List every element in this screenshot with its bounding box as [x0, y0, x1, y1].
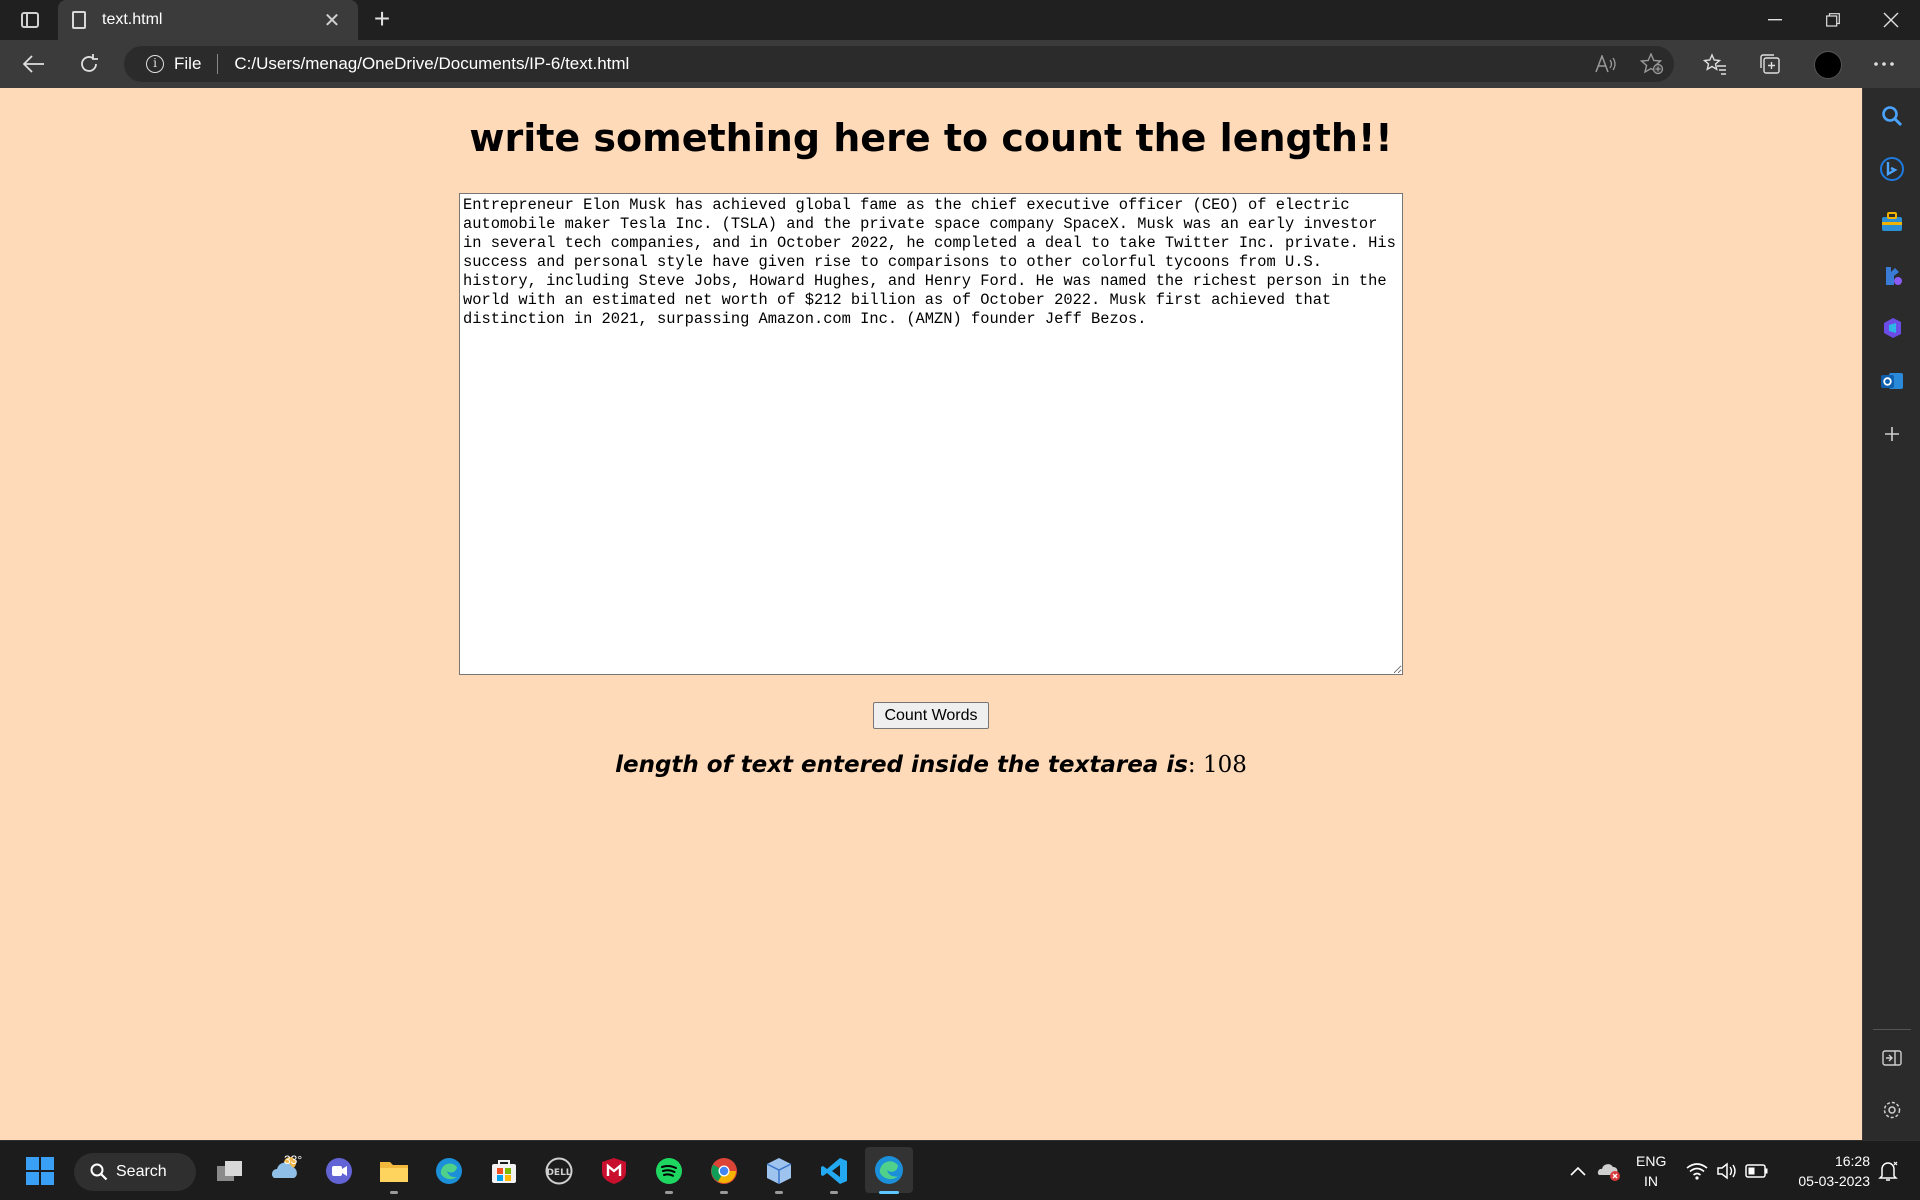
battery-icon[interactable]: [1741, 1155, 1773, 1187]
chrome-indicator: [720, 1191, 728, 1194]
page-content: write something here to count the length…: [0, 88, 1862, 1140]
vscode-icon[interactable]: [818, 1155, 850, 1187]
page-title: write something here to count the length…: [469, 116, 1393, 160]
browser-toolbar: i File C:/Users/menag/OneDrive/Documents…: [0, 40, 1920, 88]
edge-browser-icon[interactable]: [433, 1155, 465, 1187]
more-icon: [1874, 62, 1894, 66]
games-icon[interactable]: [1880, 263, 1904, 287]
task-view-icon[interactable]: [214, 1155, 246, 1187]
sidebar-divider: [1873, 1029, 1911, 1030]
vscode-indicator: [830, 1191, 838, 1194]
mcafee-icon[interactable]: [598, 1155, 630, 1187]
taskbar-search-icon: [90, 1163, 108, 1181]
result-value: 108: [1202, 752, 1247, 778]
add-icon[interactable]: [1880, 422, 1904, 446]
tab-close-icon[interactable]: ✕: [320, 8, 344, 33]
teams-chat-icon[interactable]: [323, 1155, 355, 1187]
volume-icon[interactable]: [1711, 1155, 1743, 1187]
spotify-icon[interactable]: [653, 1155, 685, 1187]
star-add-icon: [1640, 53, 1664, 75]
spotify-indicator: [665, 1191, 673, 1194]
address-prefix: File: [174, 54, 202, 73]
onedrive-error-icon[interactable]: [1593, 1155, 1625, 1187]
document-icon: [72, 11, 86, 29]
settings-more-button[interactable]: [1868, 48, 1900, 80]
favorites-icon: [1703, 53, 1726, 75]
show-hidden-icons-chevron-icon[interactable]: [1562, 1155, 1594, 1187]
refresh-icon: [81, 54, 98, 72]
result-line: length of text entered inside the textar…: [0, 751, 1862, 778]
windows-taskbar: Search 33° DELL ENG IN 16:28 05-03-2023: [0, 1140, 1920, 1200]
close-icon: [1883, 12, 1899, 28]
back-button[interactable]: [18, 48, 50, 80]
collections-icon: [1760, 54, 1780, 74]
refresh-button[interactable]: [73, 48, 105, 80]
bing-icon[interactable]: [1880, 157, 1904, 181]
add-favorite-button[interactable]: [1636, 48, 1668, 80]
edge-active-taskbar-icon[interactable]: [865, 1147, 913, 1193]
language-top[interactable]: ENG: [1636, 1152, 1666, 1170]
tab-text-html[interactable]: text.html ✕: [58, 0, 358, 40]
clock-date[interactable]: 05-03-2023: [1782, 1172, 1870, 1190]
tab-title: text.html: [102, 11, 163, 28]
close-window-button[interactable]: [1862, 0, 1920, 40]
search-icon[interactable]: [1880, 104, 1904, 128]
virtualbox-indicator: [775, 1191, 783, 1194]
outlook-icon[interactable]: [1880, 369, 1904, 393]
favorites-button[interactable]: [1699, 48, 1731, 80]
taskbar-search-label: Search: [116, 1163, 167, 1180]
address-separator: [217, 54, 219, 74]
site-info-icon[interactable]: i: [146, 55, 164, 73]
read-aloud-icon: [1595, 55, 1616, 73]
dell-icon[interactable]: DELL: [543, 1155, 575, 1187]
read-aloud-button[interactable]: [1590, 48, 1622, 80]
browser-titlebar: text.html ✕ +: [0, 0, 1920, 40]
restore-icon: [1826, 13, 1840, 27]
collections-button[interactable]: [1754, 48, 1786, 80]
microsoft-store-icon[interactable]: [488, 1155, 520, 1187]
svg-text:DELL: DELL: [546, 1168, 571, 1178]
wifi-icon[interactable]: [1681, 1155, 1713, 1187]
count-words-button[interactable]: Count Words: [873, 702, 989, 729]
virtualbox-icon[interactable]: [763, 1155, 795, 1187]
office-icon[interactable]: [1880, 316, 1904, 340]
tools-icon[interactable]: [1880, 210, 1904, 234]
chrome-icon[interactable]: [708, 1155, 740, 1187]
profile-avatar[interactable]: [1814, 51, 1842, 79]
back-arrow-icon: [23, 55, 44, 73]
minimize-button[interactable]: [1746, 0, 1804, 40]
settings-icon[interactable]: [1880, 1098, 1904, 1122]
text-input-area[interactable]: [459, 193, 1403, 675]
edge-active-indicator: [879, 1191, 899, 1194]
address-url: C:/Users/menag/OneDrive/Documents/IP-6/t…: [234, 54, 630, 73]
result-label: length of text entered inside the textar…: [615, 752, 1188, 778]
notification-icon[interactable]: [1872, 1155, 1904, 1187]
tab-actions-button[interactable]: [10, 8, 50, 32]
file-explorer-indicator: [390, 1191, 398, 1194]
split-screen-icon[interactable]: [1880, 1046, 1904, 1070]
tab-actions-icon: [21, 12, 39, 28]
restore-button[interactable]: [1804, 0, 1862, 40]
weather-temperature: 33°: [284, 1153, 303, 1167]
address-bar[interactable]: i File C:/Users/menag/OneDrive/Documents…: [124, 46, 1674, 82]
windows-start-icon[interactable]: [24, 1155, 56, 1187]
taskbar-search[interactable]: Search: [74, 1153, 196, 1191]
file-explorer-icon[interactable]: [378, 1155, 410, 1187]
language-bottom[interactable]: IN: [1644, 1172, 1658, 1190]
new-tab-button[interactable]: +: [368, 5, 396, 34]
minimize-icon: [1768, 19, 1782, 21]
result-separator: :: [1187, 752, 1203, 778]
clock-time[interactable]: 16:28: [1820, 1152, 1870, 1170]
edge-sidebar: [1862, 88, 1920, 1140]
